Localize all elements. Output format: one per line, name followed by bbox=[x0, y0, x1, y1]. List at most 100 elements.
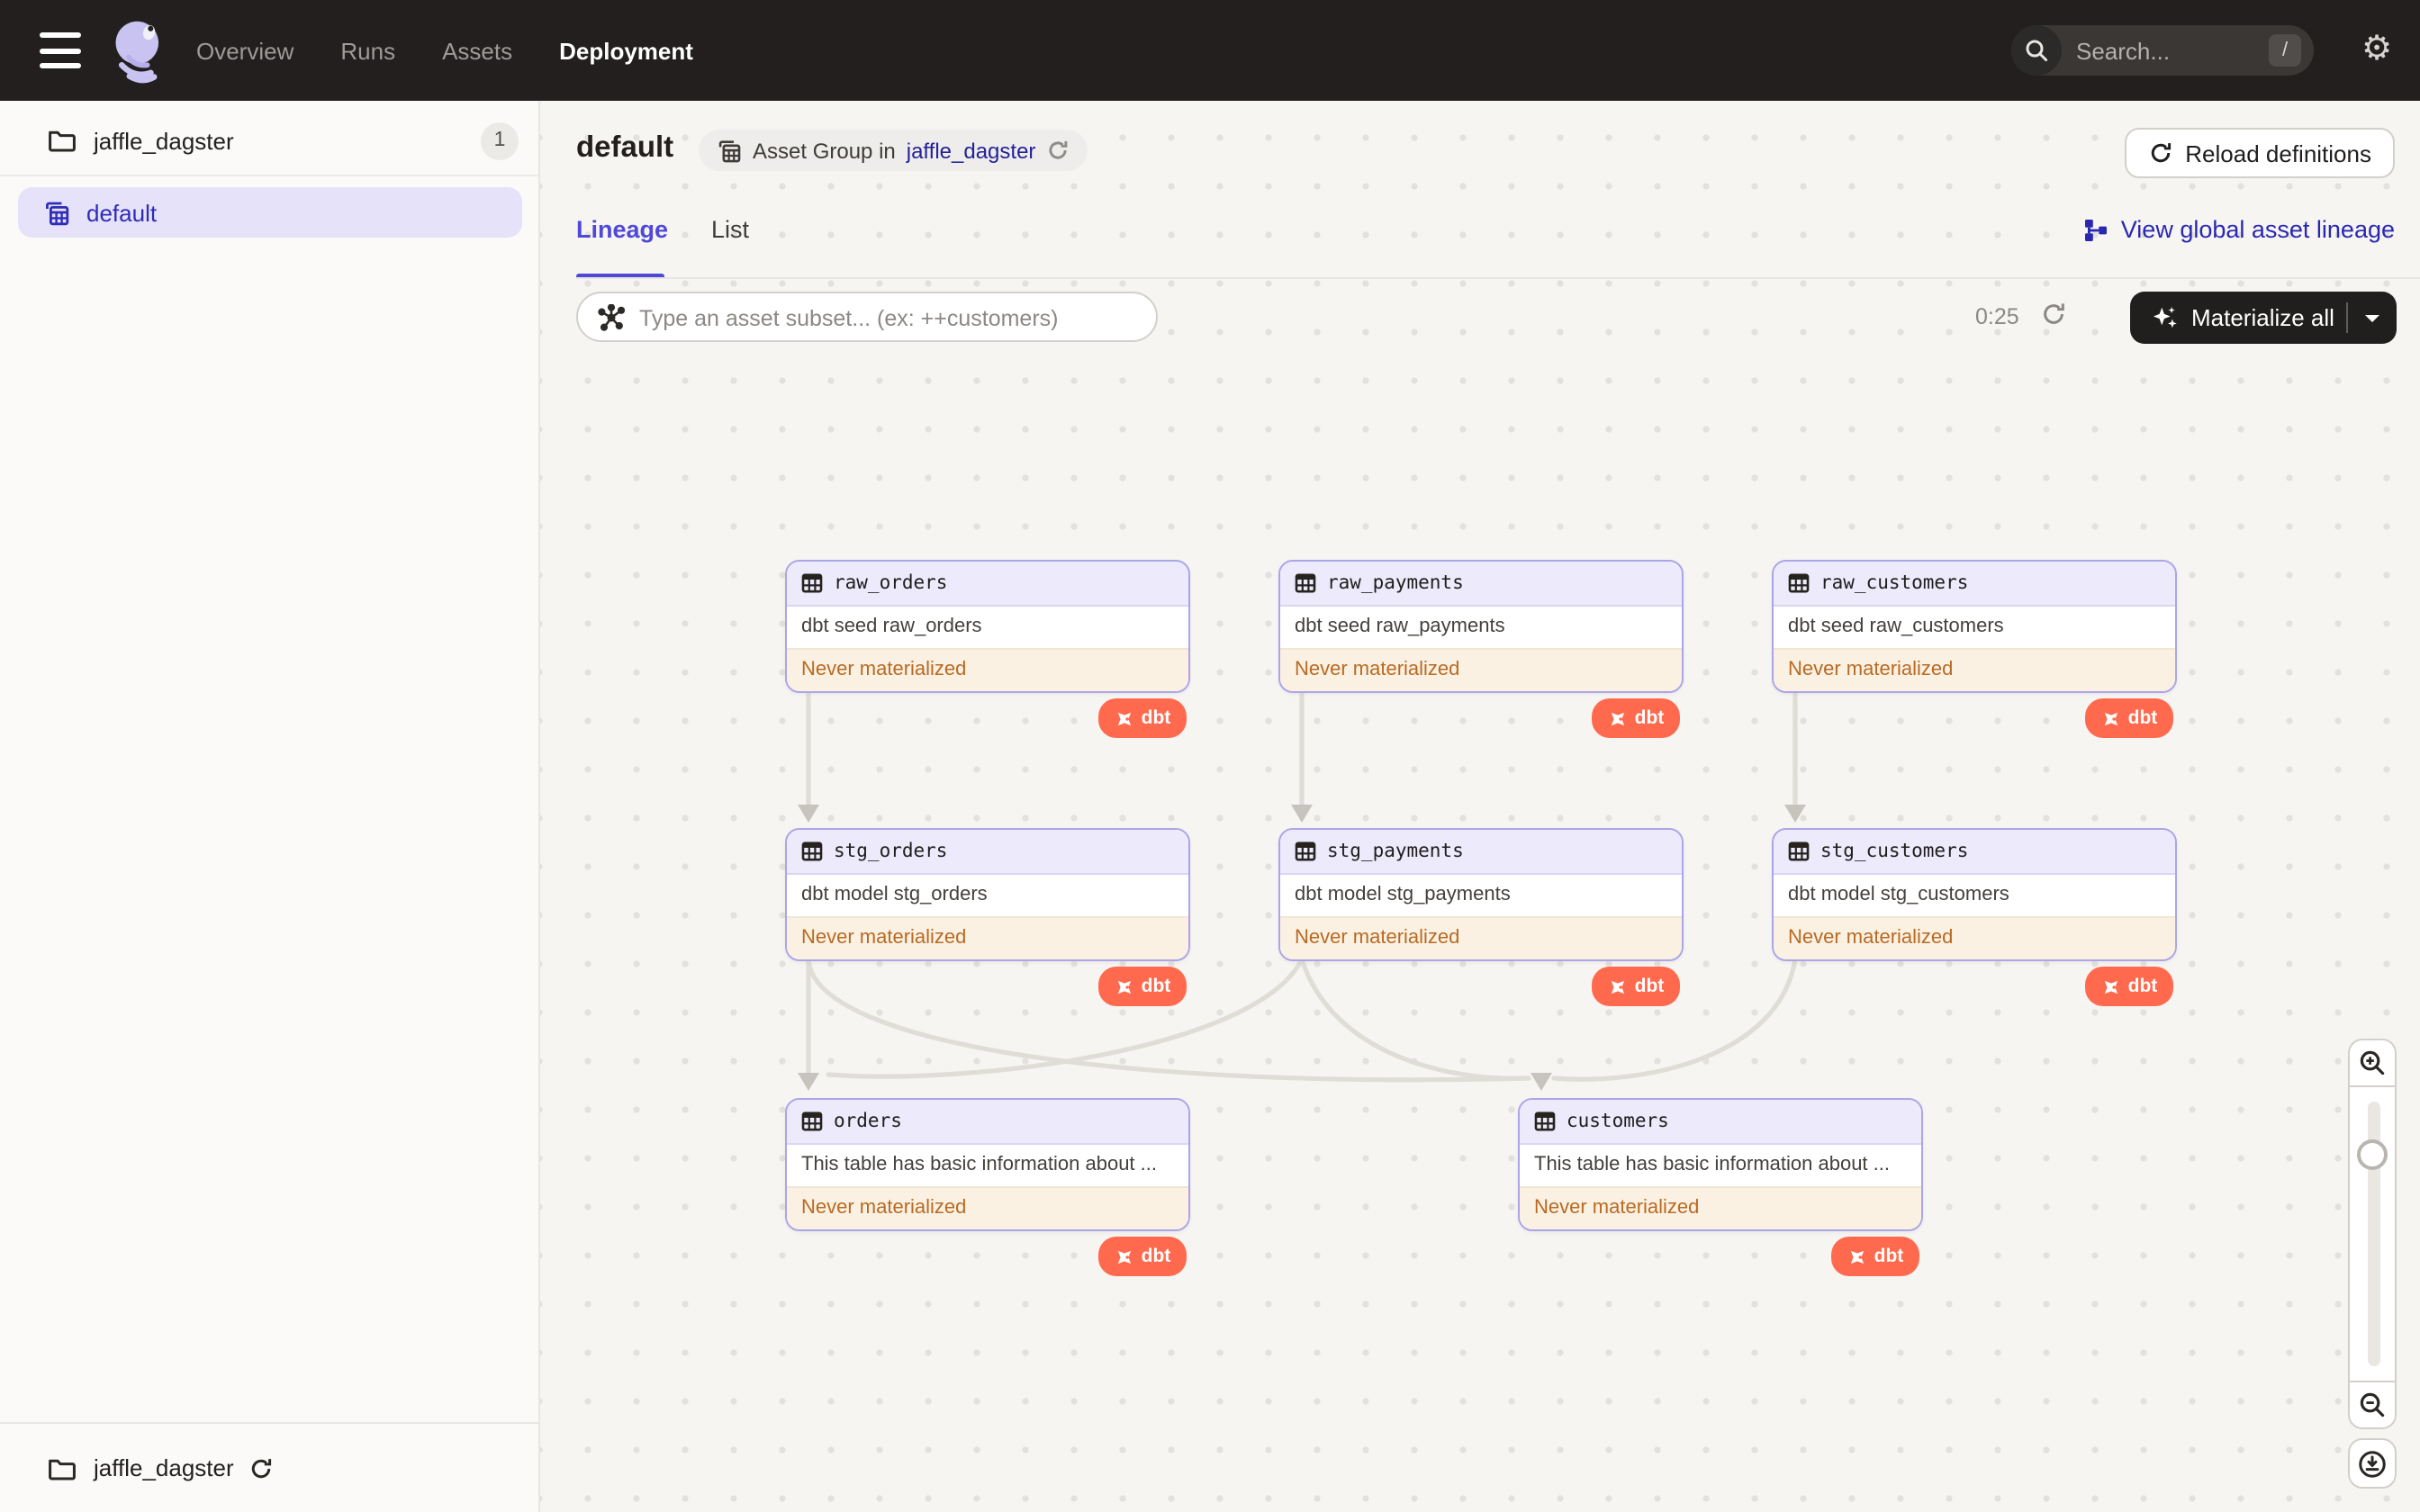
asset-name: raw_orders bbox=[834, 572, 948, 594]
asset-name: stg_orders bbox=[834, 841, 948, 862]
asset-name: raw_payments bbox=[1327, 572, 1464, 594]
menu-icon[interactable] bbox=[40, 32, 83, 68]
nav-item-runs[interactable]: Runs bbox=[340, 37, 395, 64]
sidebar-item-default-group[interactable]: default bbox=[18, 187, 522, 238]
asset-group-icon bbox=[718, 140, 741, 162]
reload-definitions-button[interactable]: Reload definitions bbox=[2124, 128, 2395, 178]
folder-icon bbox=[47, 1454, 76, 1482]
folder-icon bbox=[47, 126, 76, 155]
asset-description: dbt seed raw_payments bbox=[1280, 607, 1682, 648]
nav-item-assets[interactable]: Assets bbox=[442, 37, 512, 64]
sidebar-item-label: default bbox=[86, 199, 158, 226]
sidebar-footer: jaffle_dagster bbox=[0, 1422, 538, 1512]
asset-group-count-badge: 1 bbox=[481, 122, 519, 159]
dbt-badge-label: dbt bbox=[1141, 1246, 1171, 1267]
zoom-in-button[interactable] bbox=[2348, 1039, 2397, 1087]
asset-description: dbt model stg_orders bbox=[787, 875, 1188, 916]
dbt-badge[interactable]: dbt bbox=[1098, 698, 1187, 738]
download-graph-button[interactable] bbox=[2348, 1438, 2397, 1489]
asset-node-raw-orders[interactable]: raw_orders dbt seed raw_orders Never mat… bbox=[785, 560, 1190, 693]
asset-description: dbt model stg_customers bbox=[1774, 875, 2175, 916]
materialize-options-dropdown[interactable] bbox=[2346, 302, 2397, 333]
asset-status: Never materialized bbox=[1774, 648, 2175, 691]
sparkle-icon bbox=[2153, 307, 2177, 328]
dbt-badge-label: dbt bbox=[1634, 707, 1665, 729]
dbt-badge[interactable]: dbt bbox=[1592, 698, 1680, 738]
asset-name: stg_payments bbox=[1327, 841, 1464, 862]
dagster-logo-icon[interactable] bbox=[108, 16, 176, 88]
dbt-badge[interactable]: dbt bbox=[1098, 1237, 1187, 1276]
asset-subset-input[interactable] bbox=[636, 293, 1149, 344]
project-name: jaffle_dagster bbox=[94, 127, 234, 154]
page-title: default bbox=[576, 131, 674, 164]
dbt-badge-label: dbt bbox=[1634, 976, 1665, 997]
materialize-all-label: Materialize all bbox=[2191, 304, 2334, 331]
asset-node-raw-customers[interactable]: raw_customers dbt seed raw_customers Nev… bbox=[1772, 560, 2177, 693]
asset-subset-filter[interactable] bbox=[576, 292, 1158, 344]
dbt-badge[interactable]: dbt bbox=[1592, 967, 1680, 1006]
dbt-logo-icon bbox=[1117, 1249, 1131, 1264]
graph-filter-icon bbox=[598, 304, 625, 331]
asset-description: This table has basic information about .… bbox=[787, 1145, 1188, 1186]
table-icon bbox=[1534, 1112, 1556, 1131]
breadcrumb-type-label: Asset Group in bbox=[753, 138, 896, 163]
search-icon bbox=[2011, 25, 2062, 76]
asset-node-stg-customers[interactable]: stg_customers dbt model stg_customers Ne… bbox=[1772, 828, 2177, 961]
lineage-icon bbox=[2084, 219, 2107, 240]
nav-item-deployment[interactable]: Deployment bbox=[559, 37, 693, 64]
asset-name: stg_customers bbox=[1820, 841, 1969, 862]
dbt-badge[interactable]: dbt bbox=[1098, 967, 1187, 1006]
asset-status: Never materialized bbox=[1280, 648, 1682, 691]
asset-status: Never materialized bbox=[787, 1186, 1188, 1229]
footer-project-name: jaffle_dagster bbox=[94, 1454, 234, 1481]
asset-node-orders[interactable]: orders This table has basic information … bbox=[785, 1098, 1190, 1231]
table-icon bbox=[801, 1112, 823, 1131]
nav-links: Overview Runs Assets Deployment bbox=[196, 0, 693, 101]
global-search[interactable]: / bbox=[2011, 25, 2314, 76]
table-icon bbox=[801, 573, 823, 593]
asset-status: Never materialized bbox=[787, 916, 1188, 959]
asset-status: Never materialized bbox=[787, 648, 1188, 691]
chevron-down-icon bbox=[2365, 314, 2379, 321]
materialize-all-button[interactable]: Materialize all bbox=[2130, 292, 2397, 344]
materialize-all-main[interactable]: Materialize all bbox=[2130, 304, 2346, 331]
divider bbox=[576, 277, 2420, 279]
asset-node-stg-orders[interactable]: stg_orders dbt model stg_orders Never ma… bbox=[785, 828, 1190, 961]
breadcrumb-project-link[interactable]: jaffle_dagster bbox=[907, 138, 1036, 163]
sidebar: jaffle_dagster 1 default jaffle_dagster bbox=[0, 101, 540, 1512]
asset-name: customers bbox=[1567, 1111, 1669, 1132]
asset-node-customers[interactable]: customers This table has basic informati… bbox=[1518, 1098, 1923, 1231]
dbt-badge[interactable]: dbt bbox=[2085, 967, 2173, 1006]
view-global-asset-lineage-link[interactable]: View global asset lineage bbox=[2083, 216, 2395, 243]
asset-group-main: default Asset Group in jaffle_dagster Re… bbox=[540, 101, 2420, 1512]
dbt-badge-label: dbt bbox=[1874, 1246, 1904, 1267]
zoom-slider-knob[interactable] bbox=[2357, 1139, 2388, 1170]
search-input[interactable] bbox=[2062, 37, 2269, 64]
asset-node-raw-payments[interactable]: raw_payments dbt seed raw_payments Never… bbox=[1278, 560, 1684, 693]
dbt-badge[interactable]: dbt bbox=[1831, 1237, 1919, 1276]
dbt-logo-icon bbox=[1611, 711, 1624, 725]
refresh-icon[interactable] bbox=[248, 1455, 274, 1480]
table-icon bbox=[1295, 842, 1316, 861]
asset-description: dbt model stg_payments bbox=[1280, 875, 1682, 916]
zoom-out-button[interactable] bbox=[2348, 1381, 2397, 1429]
refresh-icon[interactable] bbox=[2040, 301, 2067, 328]
dbt-logo-icon bbox=[1117, 979, 1131, 994]
nav-item-overview[interactable]: Overview bbox=[196, 37, 293, 64]
refresh-icon bbox=[2147, 140, 2172, 166]
tab-list[interactable]: List bbox=[711, 216, 749, 250]
refresh-icon[interactable] bbox=[1046, 139, 1070, 162]
dbt-logo-icon bbox=[2104, 979, 2118, 994]
reload-definitions-label: Reload definitions bbox=[2185, 140, 2371, 166]
dbt-badge[interactable]: dbt bbox=[2085, 698, 2173, 738]
refresh-timer: 0:25 bbox=[1975, 304, 2019, 329]
asset-node-stg-payments[interactable]: stg_payments dbt model stg_payments Neve… bbox=[1278, 828, 1684, 961]
sidebar-project-row[interactable]: jaffle_dagster 1 bbox=[0, 108, 538, 173]
tab-bar: Lineage List bbox=[576, 216, 749, 250]
gear-icon[interactable]: ⚙ bbox=[2357, 31, 2397, 70]
dbt-logo-icon bbox=[1117, 711, 1131, 725]
dbt-logo-icon bbox=[2104, 711, 2118, 725]
table-icon bbox=[1295, 573, 1316, 593]
tab-lineage[interactable]: Lineage bbox=[576, 216, 668, 250]
zoom-slider[interactable] bbox=[2348, 1087, 2397, 1381]
